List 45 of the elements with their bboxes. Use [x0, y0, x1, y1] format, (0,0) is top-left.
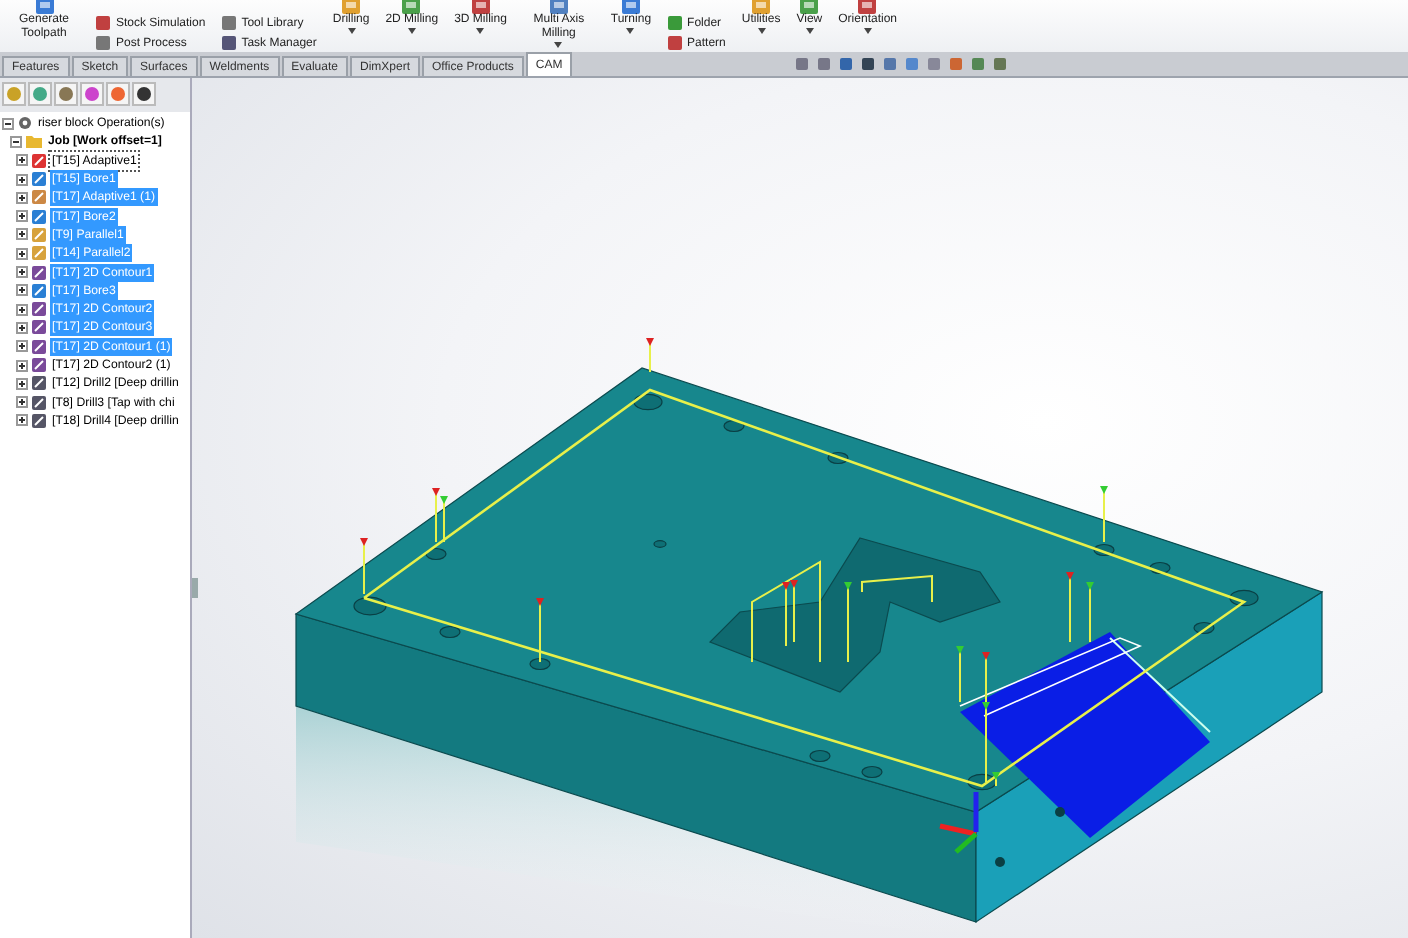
- tool-icon: [619, 0, 642, 14]
- expand-icon[interactable]: [16, 321, 28, 334]
- expand-icon[interactable]: [16, 340, 28, 353]
- expand-icon[interactable]: [16, 284, 28, 297]
- panel-tab[interactable]: [132, 82, 156, 106]
- expand-icon[interactable]: [16, 210, 28, 223]
- expand-icon[interactable]: [16, 377, 28, 390]
- operation-icon: [32, 339, 46, 354]
- operation-icon: [32, 358, 46, 372]
- operation-icon: [32, 153, 46, 168]
- operation-icon: [32, 265, 46, 280]
- operation-icon: [32, 209, 46, 224]
- operation-icon: [32, 376, 46, 391]
- tool-icon: [469, 0, 492, 14]
- operation-icon: [32, 320, 46, 335]
- tool-icon: [400, 0, 423, 14]
- operation-icon: [32, 302, 46, 317]
- tool-icon: [340, 0, 363, 14]
- collapse-icon[interactable]: [2, 117, 14, 130]
- expand-icon[interactable]: [16, 228, 28, 241]
- expand-icon[interactable]: [16, 247, 28, 260]
- expand-icon[interactable]: [16, 396, 28, 409]
- expand-icon[interactable]: [16, 191, 28, 204]
- operation-icon: [32, 395, 46, 410]
- collapse-icon[interactable]: [10, 135, 22, 148]
- expand-icon[interactable]: [16, 266, 28, 279]
- folder-icon: [26, 134, 42, 149]
- gear-icon: [18, 116, 32, 131]
- operation-icon: [32, 283, 46, 298]
- operation-icon: [32, 172, 46, 187]
- operation-icon: [32, 413, 46, 428]
- expand-icon[interactable]: [16, 359, 28, 371]
- expand-icon[interactable]: [16, 414, 28, 427]
- splitter-handle[interactable]: [192, 578, 198, 598]
- operation-icon: [32, 227, 46, 242]
- tool-icon: [856, 0, 879, 14]
- tool-icon: [547, 0, 570, 14]
- expand-icon[interactable]: [16, 303, 28, 316]
- tool-icon: [798, 0, 821, 14]
- operation-icon: [32, 190, 46, 205]
- operation-icon: [32, 246, 46, 261]
- expand-icon[interactable]: [16, 173, 28, 186]
- tool-icon: [750, 0, 773, 14]
- expand-icon[interactable]: [16, 154, 28, 167]
- tool-icon: [33, 0, 55, 14]
